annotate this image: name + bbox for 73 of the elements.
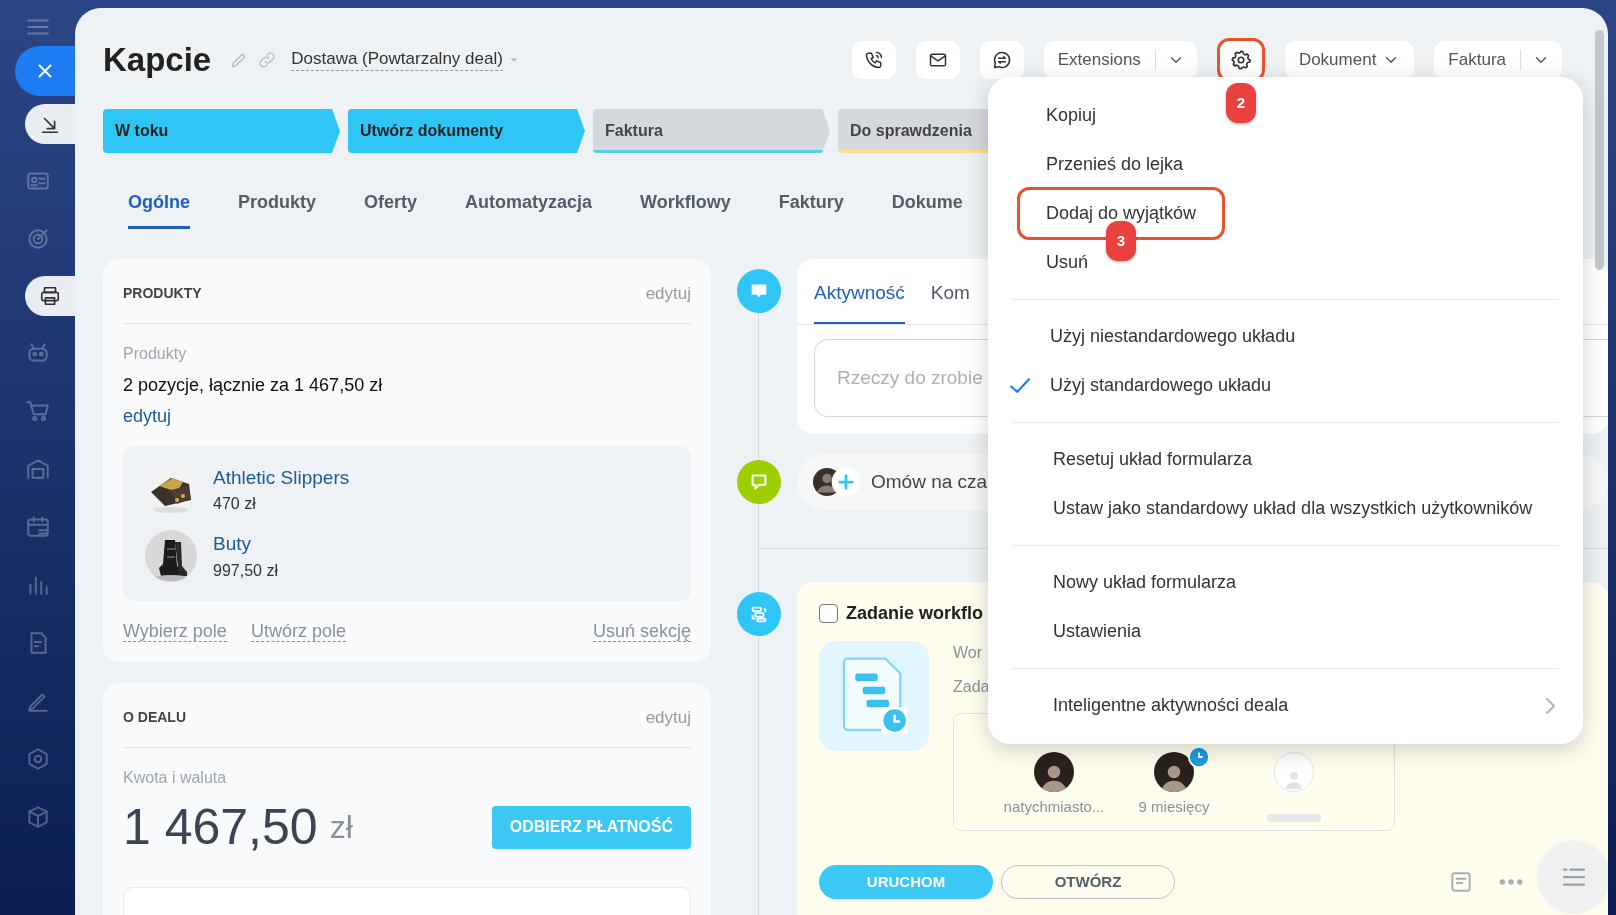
avatar: [1154, 752, 1194, 792]
tab[interactable]: Dokume: [891, 189, 963, 229]
tab[interactable]: Faktury: [778, 189, 844, 229]
task-text: Wor: [953, 643, 984, 663]
caption-placeholder: [1267, 814, 1321, 822]
phone-button[interactable]: [851, 41, 896, 79]
add-participant-icon[interactable]: [831, 467, 861, 497]
menu-item[interactable]: Użyj standardowego układu: [1050, 372, 1272, 399]
close-button[interactable]: [15, 46, 75, 96]
calendar-icon[interactable]: [24, 514, 51, 540]
stage[interactable]: Utwórz dokumenty: [348, 109, 585, 153]
menu-item[interactable]: Użyj niestandardowego układu: [1050, 323, 1296, 350]
stage[interactable]: W toku: [103, 109, 340, 153]
chat-button[interactable]: [979, 41, 1024, 79]
menu-item[interactable]: Usuń: [1046, 249, 1089, 276]
menu-item[interactable]: Ustawienia: [1053, 618, 1142, 645]
phone-icon[interactable]: [863, 50, 884, 70]
scrollbar[interactable]: [1595, 30, 1604, 270]
extensions-button[interactable]: Extensions: [1043, 41, 1155, 79]
document-button[interactable]: Dokument: [1284, 41, 1415, 79]
field-label: Produkty: [123, 343, 188, 364]
edit-link[interactable]: edytuj: [123, 402, 172, 430]
product-price: 997,50 zł: [213, 560, 278, 581]
menu-item[interactable]: Inteligentne aktywności deala: [1053, 692, 1289, 719]
chat-icon[interactable]: [991, 50, 1012, 70]
menu-item[interactable]: Nowy układ formularza: [1053, 569, 1237, 596]
participant-caption: natychmiasto...: [1003, 797, 1105, 817]
task-text: Zada: [953, 677, 991, 697]
tab[interactable]: Oferty: [364, 189, 418, 229]
product-name[interactable]: Buty: [213, 530, 278, 559]
avatar: [1034, 752, 1074, 792]
workflow-document-icon: [819, 641, 929, 751]
annotation-badge: 3: [1106, 221, 1136, 261]
task-title: Zadanie workflo: [846, 602, 984, 625]
chat-prompt: Omów na cza: [871, 469, 988, 494]
menu-item[interactable]: Przenieś do lejka: [1046, 151, 1184, 178]
section-title: PRODUKTY: [123, 284, 202, 304]
print-button[interactable]: [25, 276, 75, 316]
avatar-placeholder: [1274, 752, 1314, 792]
tab[interactable]: Automatyzacja: [465, 189, 593, 229]
chat-icon: [737, 460, 781, 504]
comment-icon: [737, 269, 781, 313]
participant-caption: 9 miesięcy: [1138, 797, 1210, 817]
warehouse-icon[interactable]: [24, 456, 51, 482]
amount-value: 1 467,50: [123, 797, 318, 857]
field-value: 2 pozycje, łącznie za 1 467,50 zł: [123, 373, 384, 397]
tab[interactable]: Aktywność: [814, 259, 905, 324]
stage[interactable]: Faktura: [593, 109, 830, 153]
currency-label: zł: [329, 808, 353, 848]
product-price: 470 zł: [213, 494, 257, 514]
menu-item[interactable]: Resetuj układ formularza: [1053, 446, 1253, 473]
checkbox[interactable]: [819, 604, 838, 623]
chevron-right-icon[interactable]: [1546, 697, 1555, 714]
field-label: Kwota i waluta: [123, 767, 228, 788]
workflow-icon: [737, 592, 781, 636]
mail-icon[interactable]: [927, 50, 948, 70]
category-dropdown[interactable]: Dostawa (Powtarzalny deal): [291, 49, 503, 71]
menu-item[interactable]: Ustaw jako standardowy układ dla wszystkich użytkowników: [1053, 495, 1533, 522]
tab[interactable]: Workflowy: [640, 189, 731, 229]
product-name[interactable]: Athletic Slippers: [213, 463, 350, 492]
deal-title: Kapcie: [103, 40, 212, 81]
section-title: O DEALU: [123, 708, 186, 728]
tab[interactable]: Ogólne: [128, 189, 190, 229]
tab[interactable]: Kom: [930, 259, 970, 324]
mail-button[interactable]: [915, 41, 960, 79]
note-icon[interactable]: [1448, 869, 1474, 895]
gear-icon[interactable]: [1229, 49, 1252, 71]
link-icon[interactable]: [257, 50, 278, 70]
invoice-button[interactable]: Faktura: [1434, 41, 1520, 79]
tab[interactable]: Produkty: [238, 189, 316, 229]
cart-icon[interactable]: [24, 398, 51, 424]
print-icon[interactable]: [39, 285, 61, 307]
download-button[interactable]: [25, 104, 75, 144]
